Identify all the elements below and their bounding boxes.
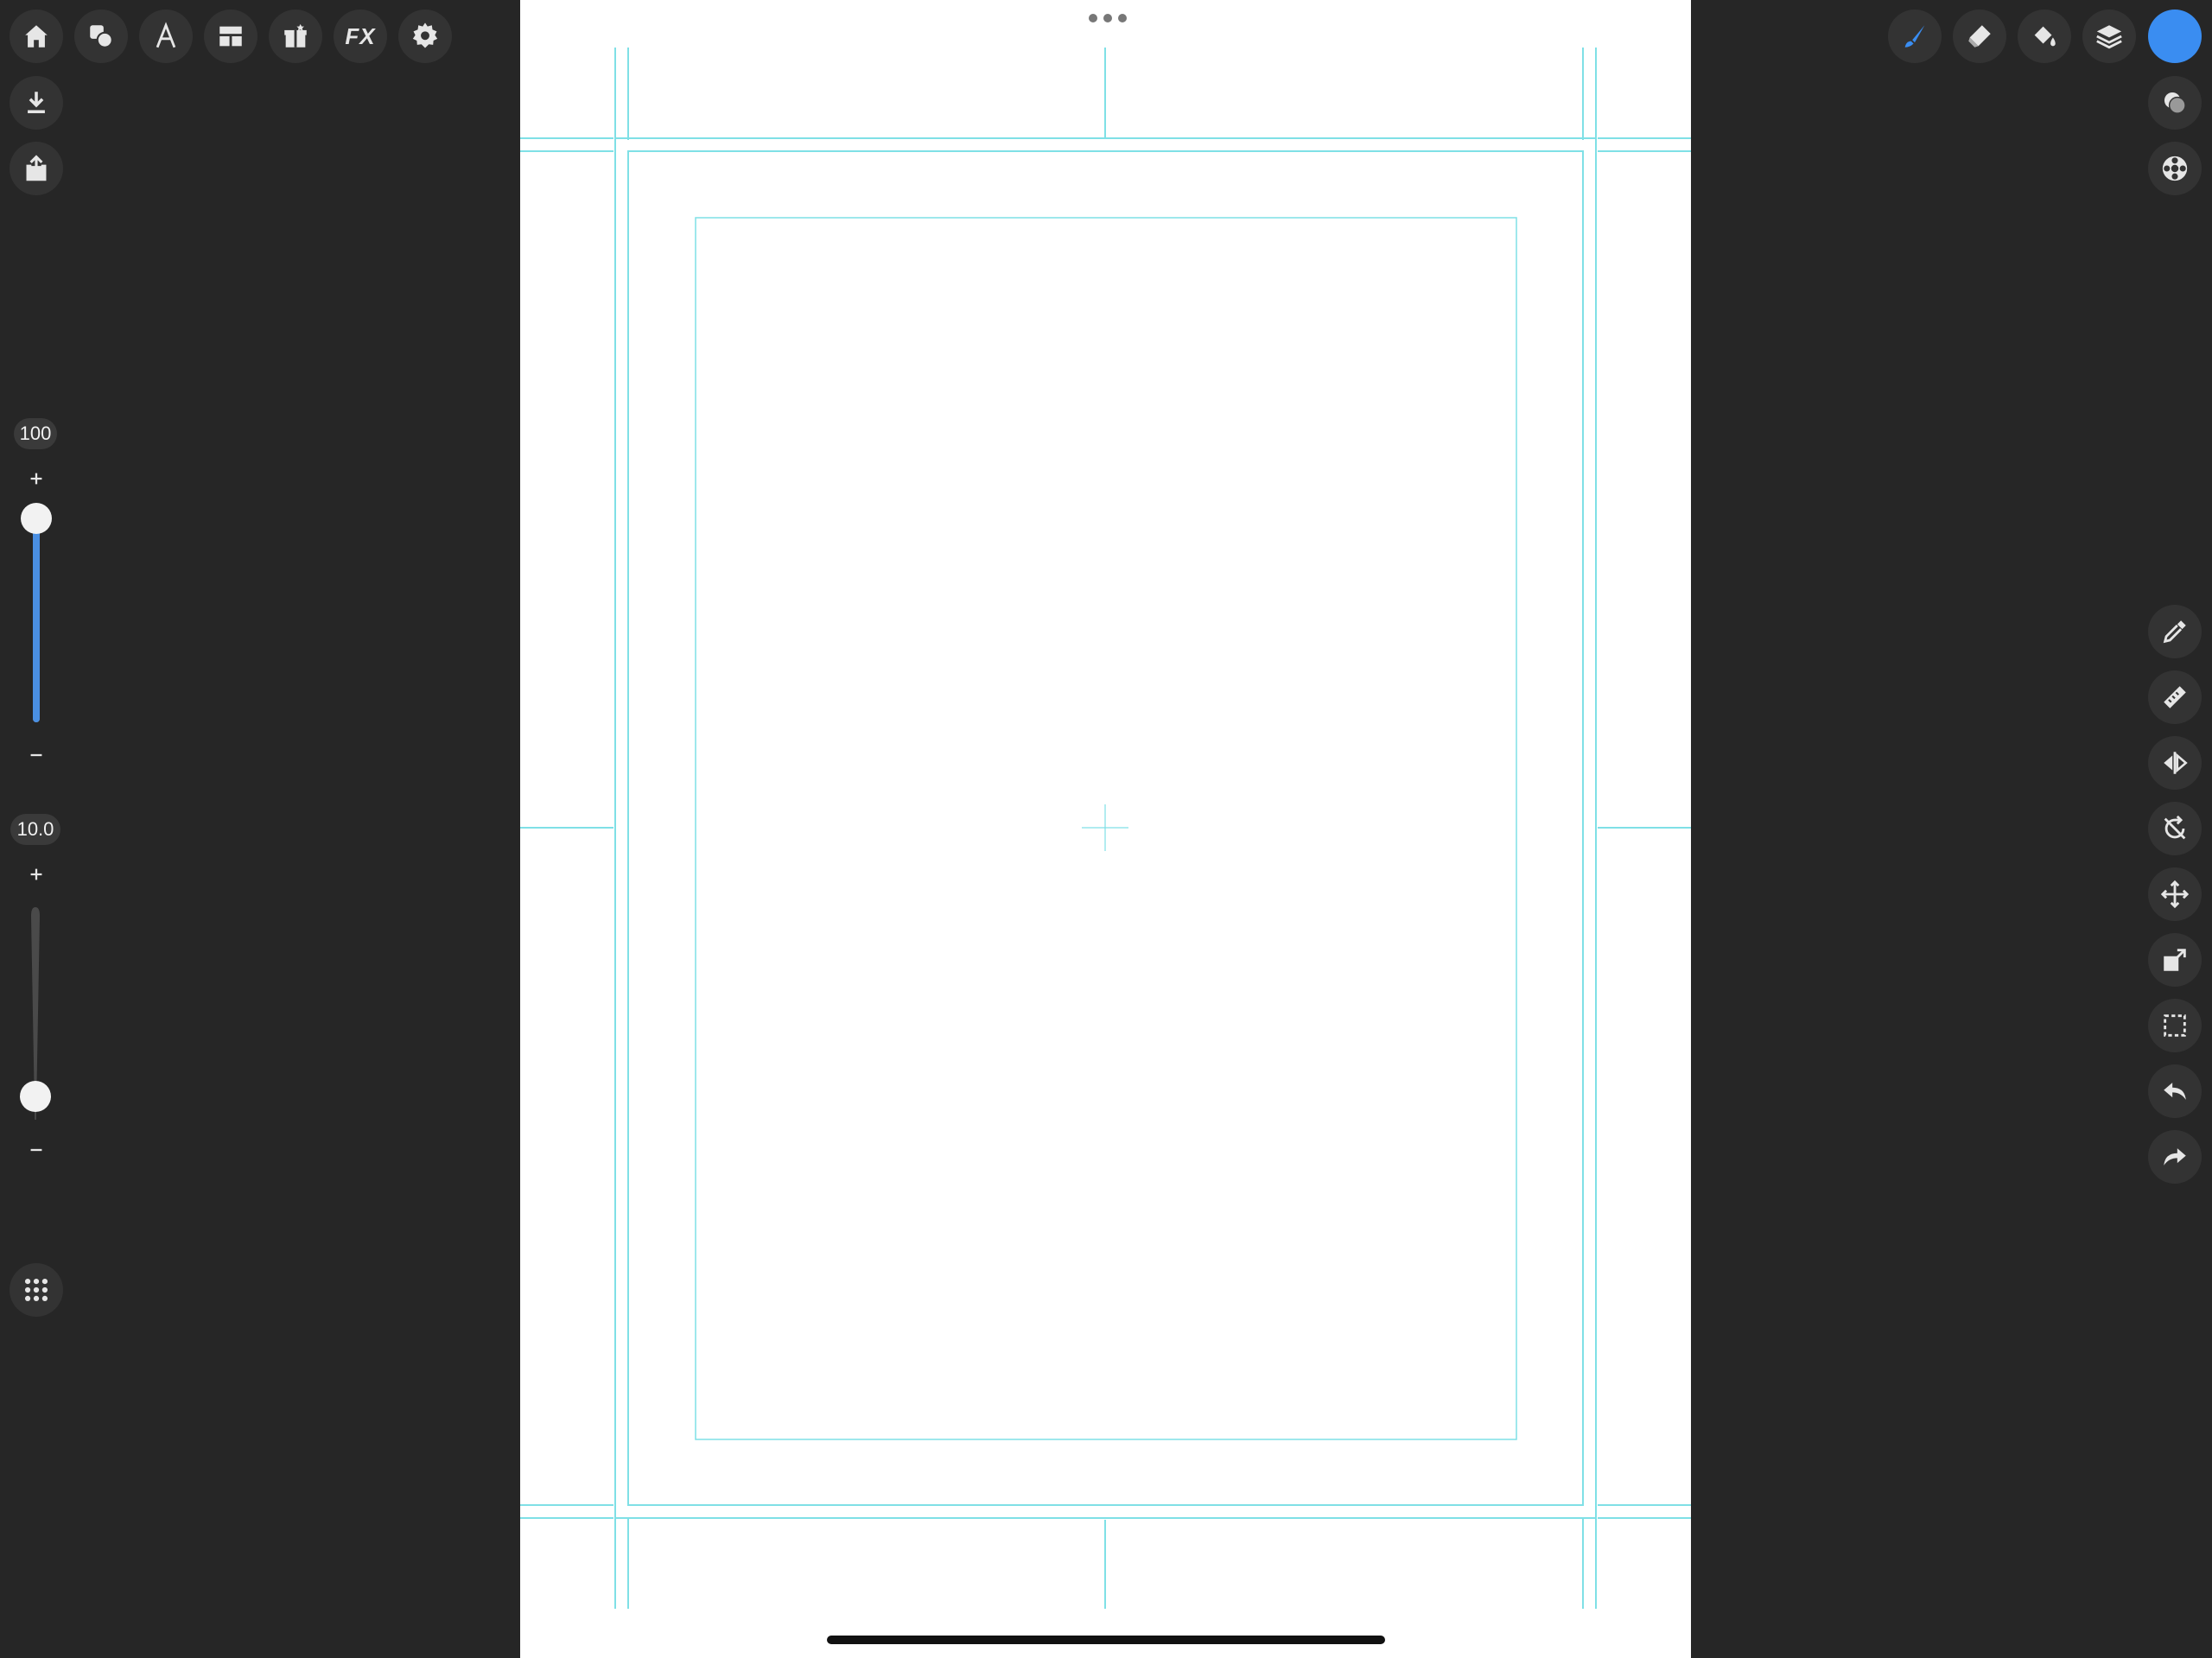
ruler-icon — [2164, 686, 2186, 708]
opacity-increase-button[interactable] — [19, 461, 54, 496]
opacity-value: 100 — [14, 418, 57, 449]
selection-button[interactable] — [2148, 999, 2202, 1052]
quick-menu-button[interactable] — [10, 1263, 63, 1317]
undo-button[interactable] — [2148, 1064, 2202, 1118]
text-button[interactable] — [139, 10, 193, 63]
mirror-button[interactable] — [2148, 736, 2202, 790]
page-guides — [520, 48, 1691, 1609]
gear-icon — [412, 22, 438, 48]
text-icon — [156, 22, 176, 48]
size-slider-thumb[interactable] — [20, 1081, 51, 1112]
size-decrease-button[interactable] — [19, 1133, 54, 1167]
size-slider[interactable] — [20, 905, 51, 1121]
undo-icon — [2164, 1083, 2186, 1100]
plus-icon — [30, 868, 42, 880]
opacity-slider[interactable] — [21, 503, 52, 722]
grid-icon — [24, 1278, 48, 1302]
brush-button[interactable] — [1888, 10, 1942, 63]
resize-button[interactable] — [2148, 933, 2202, 987]
opacity-slider-fill — [33, 518, 40, 722]
rotation-lock-button[interactable] — [2148, 802, 2202, 855]
gift-icon — [284, 23, 307, 48]
minus-icon — [30, 753, 42, 757]
opacity-decrease-button[interactable] — [19, 738, 54, 772]
color-swatch[interactable] — [2148, 10, 2202, 63]
share-icon — [26, 155, 47, 181]
home-button[interactable] — [10, 10, 63, 63]
size-increase-button[interactable] — [19, 857, 54, 892]
blend-button[interactable] — [2148, 76, 2202, 130]
shapes-button[interactable] — [74, 10, 128, 63]
gift-button[interactable] — [269, 10, 322, 63]
eraser-icon — [1968, 25, 1991, 48]
color-wheel-button[interactable] — [2148, 142, 2202, 195]
eraser-button[interactable] — [1953, 10, 2006, 63]
brush-icon — [1904, 25, 1925, 48]
drawing-canvas[interactable] — [520, 0, 1691, 1658]
download-icon — [28, 92, 45, 114]
redo-button[interactable] — [2148, 1130, 2202, 1184]
brush-size-value: 10.0 — [10, 814, 60, 845]
resize-icon — [2164, 949, 2186, 971]
move-button[interactable] — [2148, 867, 2202, 921]
blend-icon — [2164, 92, 2186, 114]
home-indicator[interactable] — [827, 1636, 1385, 1644]
selection-icon — [2164, 1014, 2186, 1037]
redo-icon — [2164, 1148, 2186, 1166]
shapes-icon — [90, 25, 113, 48]
layers-icon — [2096, 25, 2122, 49]
opacity-slider-thumb[interactable] — [21, 503, 52, 534]
move-icon — [2160, 880, 2190, 909]
download-button[interactable] — [10, 76, 63, 130]
fx-icon: FX — [345, 22, 376, 49]
safe-area-guide — [695, 217, 1517, 1440]
layers-button[interactable] — [2082, 10, 2136, 63]
plus-icon — [30, 473, 42, 485]
settings-button[interactable] — [398, 10, 452, 63]
fill-button[interactable] — [2018, 10, 2071, 63]
fill-bucket-icon — [2034, 26, 2056, 47]
minus-icon — [30, 1148, 42, 1152]
layout-button[interactable] — [204, 10, 257, 63]
layout-icon — [219, 26, 242, 47]
share-button[interactable] — [10, 142, 63, 195]
ruler-button[interactable] — [2148, 670, 2202, 724]
mirror-icon — [2164, 752, 2188, 774]
eyedropper-button[interactable] — [2148, 605, 2202, 658]
fx-button[interactable]: FX — [334, 10, 387, 63]
color-wheel-icon — [2162, 156, 2188, 181]
eyedropper-icon — [2163, 620, 2186, 644]
home-icon — [25, 25, 48, 48]
rotation-lock-icon — [2164, 815, 2186, 840]
